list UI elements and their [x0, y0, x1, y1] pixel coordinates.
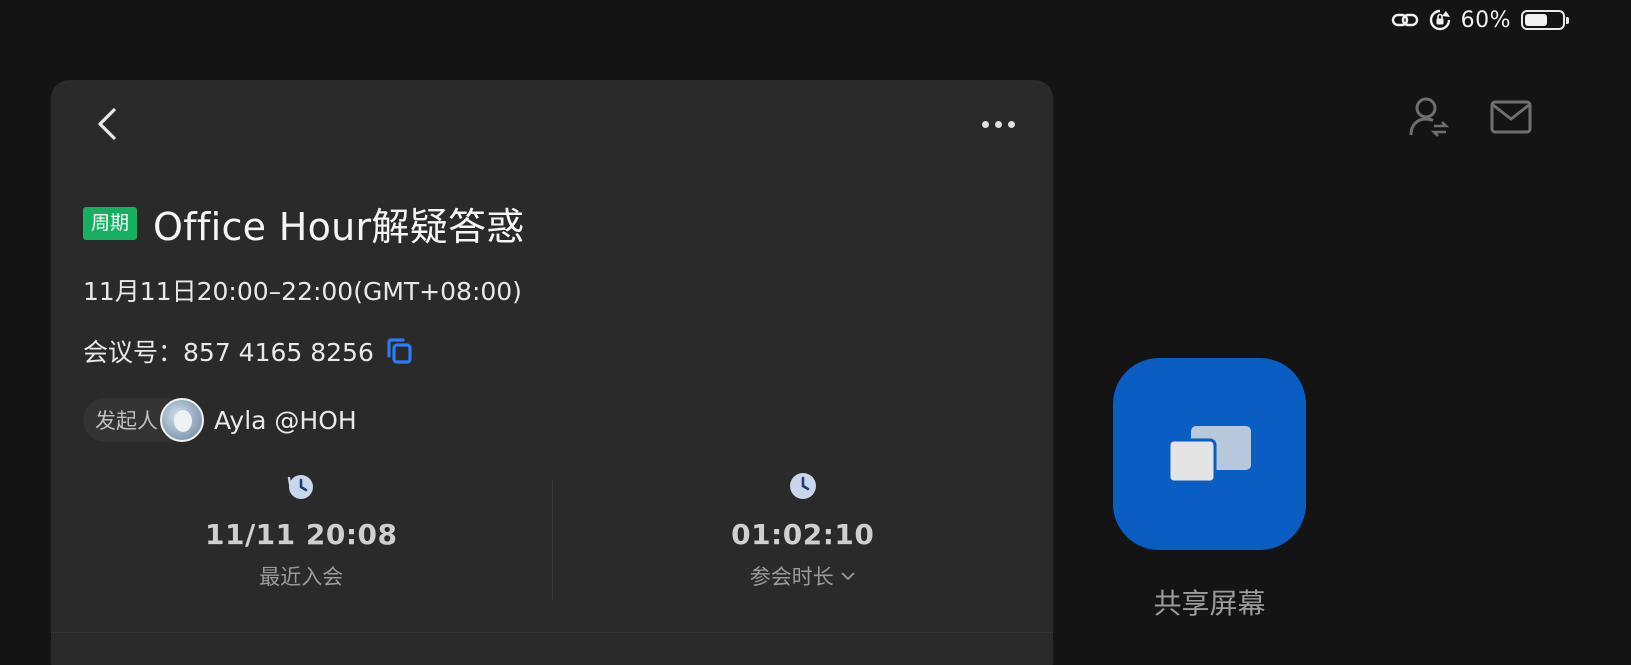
copy-icon[interactable] [384, 336, 414, 366]
chevron-left-icon [98, 108, 116, 140]
stat-last-joined: 11/11 20:08 最近入会 [51, 464, 552, 614]
rotation-lock-icon [1429, 9, 1451, 31]
last-joined-value: 11/11 20:08 [204, 518, 398, 551]
duration-label: 参会时长 [749, 565, 834, 589]
history-clock-icon [285, 468, 317, 504]
share-screen-button[interactable] [1113, 358, 1306, 550]
screen: 60% 周期 Office Hour解疑答惑 11月11日20:00–22:00… [0, 0, 1631, 665]
organizer-row: 发起人 Ayla @HOH [83, 398, 357, 442]
recurring-tag: 周期 [83, 207, 138, 240]
chevron-down-icon [841, 572, 855, 581]
meeting-time-range: 11月11日20:00–22:00(GMT+08:00) [83, 277, 522, 306]
meeting-stats: 11/11 20:08 最近入会 01:02:10 参会时长 [51, 464, 1053, 614]
avatar[interactable] [160, 398, 204, 442]
share-screen-label: 共享屏幕 [1153, 587, 1266, 620]
mail-icon[interactable] [1489, 95, 1533, 139]
divider [51, 632, 1053, 633]
title-row: 周期 Office Hour解疑答惑 [83, 196, 525, 251]
stat-duration[interactable]: 01:02:10 参会时长 [553, 464, 1054, 614]
more-icon [981, 120, 989, 128]
battery-icon [1521, 10, 1569, 30]
meeting-id-label: 会议号：857 4165 8256 [83, 338, 374, 367]
user-switch-icon[interactable] [1407, 95, 1451, 139]
organizer-label: 发起人 [83, 398, 172, 442]
last-joined-label: 最近入会 [259, 565, 344, 589]
share-screen-icon [1167, 426, 1251, 484]
status-bar: 60% [1391, 6, 1569, 34]
more-options-button[interactable] [973, 106, 1023, 142]
meeting-id[interactable]: 857 4165 8256 [183, 338, 374, 367]
right-toolbar [1407, 95, 1533, 139]
meeting-title: Office Hour解疑答惑 [153, 205, 525, 249]
duration-value: 01:02:10 [731, 518, 875, 551]
back-button[interactable] [87, 102, 127, 146]
duration-label-row[interactable]: 参会时长 [750, 561, 856, 591]
organizer-name[interactable]: Ayla @HOH [214, 406, 357, 435]
meeting-detail-card: 周期 Office Hour解疑答惑 11月11日20:00–22:00(GMT… [51, 80, 1053, 665]
battery-percentage: 60% [1460, 7, 1511, 33]
clock-icon [787, 468, 819, 504]
link-icon [1391, 10, 1419, 30]
meeting-id-row: 会议号：857 4165 8256 [83, 333, 414, 369]
